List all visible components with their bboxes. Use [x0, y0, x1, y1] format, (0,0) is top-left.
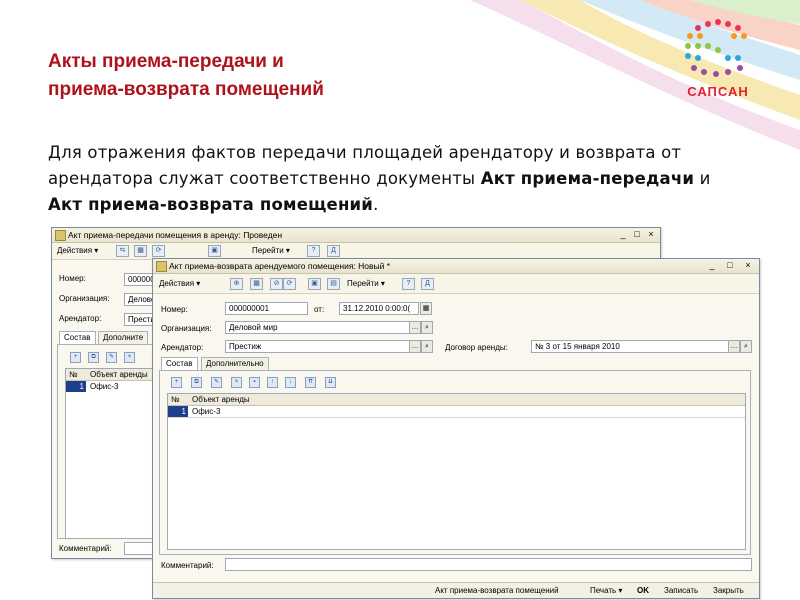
comment-field[interactable] [225, 558, 752, 571]
select-icon[interactable]: … [409, 321, 421, 334]
slide-title: Акты приема-передачи и приема-возврата п… [48, 48, 468, 104]
org-label: Организация: [59, 294, 110, 303]
save-button[interactable]: Записать [664, 586, 698, 595]
close-icon[interactable]: × [646, 229, 656, 239]
tab-composition[interactable]: Состав [161, 357, 198, 370]
col-object: Объект аренды [90, 370, 148, 379]
slide-title-line1: Акты приема-передачи и [48, 51, 284, 72]
help-icon[interactable]: ? [402, 278, 415, 290]
objects-table: № Объект аренды 1 Офис-3 [167, 393, 746, 550]
org-label: Организация: [161, 324, 212, 333]
window-title: Акт приема-возврата арендуемого помещени… [169, 261, 391, 271]
select-icon[interactable]: … [409, 340, 421, 353]
toolbar-icon[interactable]: ⟳ [283, 278, 296, 290]
toolbar-icon[interactable]: ▦ [134, 245, 147, 257]
document-icon [156, 261, 167, 272]
search-icon[interactable]: ⌕ [421, 321, 433, 334]
actions-menu[interactable]: Действия ▾ [157, 278, 202, 289]
close-icon[interactable]: × [743, 260, 753, 270]
row-object: Офис-3 [90, 382, 119, 391]
logo-text: САПСАН [687, 84, 749, 99]
move-up-icon[interactable]: ↑ [267, 377, 278, 388]
statusbar: Акт приема-возврата помещений Печать ▾ O… [153, 582, 759, 598]
titlebar: Акт приема-передачи помещения в аренду: … [52, 228, 660, 243]
contract-field[interactable]: № 3 от 15 января 2010 [531, 340, 729, 353]
tenant-label: Арендатор: [161, 343, 204, 352]
close-button[interactable]: Закрыть [713, 586, 744, 595]
col-number: № [171, 395, 180, 404]
select-icon[interactable]: … [728, 340, 740, 353]
minimize-icon[interactable]: _ [618, 229, 628, 239]
comment-label: Комментарий: [161, 561, 214, 570]
doc-print-link[interactable]: Акт приема-возврата помещений [435, 586, 559, 595]
window-return-act: Акт приема-возврата арендуемого помещени… [152, 258, 760, 599]
col-object: Объект аренды [192, 395, 250, 404]
contract-label: Договор аренды: [445, 343, 508, 352]
toolbar-icon[interactable]: ▦ [250, 278, 263, 290]
number-label: Номер: [161, 305, 188, 314]
toolbar-icon[interactable]: Д [327, 245, 340, 257]
tenant-label: Арендатор: [59, 314, 102, 323]
calendar-icon[interactable]: ▦ [420, 302, 432, 315]
toolbar-icon[interactable]: ▣ [308, 278, 321, 290]
edit-row-icon[interactable]: ✎ [211, 377, 222, 388]
copy-row-icon[interactable]: ⧉ [191, 377, 202, 388]
sort-desc-icon[interactable]: ⇊ [325, 377, 336, 388]
actions-menu[interactable]: Действия ▾ [55, 245, 100, 256]
doc-name-1: Акт приема-передачи [480, 169, 695, 188]
help-icon[interactable]: ? [307, 245, 320, 257]
slide-title-line2: приема-возврата помещений [48, 79, 324, 100]
tenant-field[interactable]: Престиж [225, 340, 410, 353]
copy-row-icon[interactable]: ⧉ [88, 352, 99, 363]
add-row-icon[interactable]: + [171, 377, 182, 388]
toolbar-icon[interactable]: ⟳ [152, 245, 165, 257]
table-row[interactable]: 1 Офис-3 [168, 406, 745, 418]
doc-name-2: Акт приема-возврата помещений [48, 195, 374, 214]
tab-additional[interactable]: Дополнительно [201, 357, 269, 370]
search-icon[interactable]: ⌕ [421, 340, 433, 353]
delete-row-icon[interactable]: × [124, 352, 135, 363]
sort-asc-icon[interactable]: ⇈ [305, 377, 316, 388]
search-icon[interactable]: ⌕ [740, 340, 752, 353]
row-object: Офис-3 [192, 407, 221, 416]
maximize-icon[interactable]: □ [725, 260, 735, 270]
edit-row-icon[interactable]: ✎ [106, 352, 117, 363]
minimize-icon[interactable]: _ [707, 260, 717, 270]
objects-table: № Объект аренды 1 Офис-3 [65, 368, 155, 539]
toolbar-icon[interactable]: Д [421, 278, 434, 290]
org-field[interactable]: Деловой мир [225, 321, 410, 334]
document-icon [55, 230, 66, 241]
toolbar: Действия ▾ ⊕ ▦ ⊘ ⟳ ▣ ▤ Перейти ▾ Перейти… [153, 274, 759, 294]
tab-additional[interactable]: Дополните [98, 331, 149, 344]
slide-paragraph: Для отражения фактов передачи площадей а… [48, 143, 711, 214]
add-row-icon[interactable]: + [70, 352, 81, 363]
row-number: 1 [66, 381, 86, 392]
table-header: № Объект аренды [168, 394, 745, 406]
table-header: № Объект аренды [66, 369, 154, 381]
print-menu[interactable]: Печать ▾ [590, 586, 622, 595]
toolbar-icon[interactable]: ⊘ [270, 278, 283, 290]
date-from-label: от: [314, 305, 325, 314]
goto-menu[interactable]: Перейти ▾ [345, 278, 387, 289]
row-number: 1 [168, 406, 188, 417]
tab-composition[interactable]: Состав [59, 331, 96, 344]
goto-menu[interactable]: Перейти ▾ [250, 245, 292, 256]
number-label: Номер: [59, 274, 86, 283]
date-field[interactable]: 31.12.2010 0:00:0( [339, 302, 419, 315]
toolbar-icon[interactable]: ⇆ [116, 245, 129, 257]
col-number: № [69, 370, 78, 379]
move-down-icon[interactable]: ↓ [285, 377, 296, 388]
maximize-icon[interactable]: □ [632, 229, 642, 239]
toolbar-icon[interactable]: ⊕ [230, 278, 243, 290]
delete-row-icon[interactable]: × [231, 377, 242, 388]
titlebar: Акт приема-возврата арендуемого помещени… [153, 259, 759, 274]
end-edit-icon[interactable]: ▪ [249, 377, 260, 388]
toolbar-icon[interactable]: ▣ [208, 245, 221, 257]
window-title: Акт приема-передачи помещения в аренду: … [68, 230, 283, 240]
number-field[interactable]: 000000001 [225, 302, 308, 315]
toolbar-icon[interactable]: ▤ [327, 278, 340, 290]
table-row[interactable]: 1 Офис-3 [66, 381, 154, 392]
comment-label: Комментарий: [59, 544, 112, 553]
ok-button[interactable]: OK [637, 586, 649, 595]
